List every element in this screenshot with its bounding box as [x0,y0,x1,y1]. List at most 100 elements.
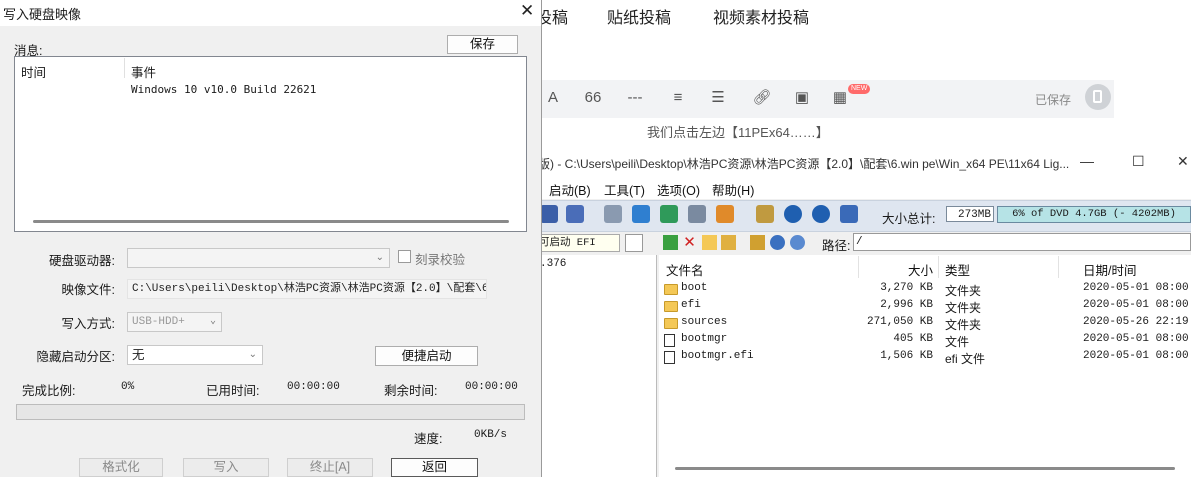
dvd-usage-bar: 6% of DVD 4.7GB (- 4202MB) [997,206,1191,223]
settings-icon[interactable] [770,235,785,250]
write-button[interactable]: 写入 [183,458,269,477]
link-icon[interactable]: 🔗︎ [752,88,772,108]
extract-icon[interactable] [632,205,650,223]
tree-item-value[interactable]: .376 [540,258,566,270]
col-size-header[interactable]: 大小 [908,260,933,279]
file-name: bootmgr.efi [681,350,754,362]
drive-select[interactable]: ⌄ [127,248,390,268]
abort-button[interactable]: 终止[A] [287,458,373,477]
file-row[interactable]: bootmgr.efi 1,506 KB efi 文件 2020-05-01 0… [659,350,1191,367]
col-separator [938,256,939,278]
elapsed-value: 00:00:00 [287,381,340,393]
back-button[interactable]: 返回 [391,458,478,477]
menu-boot[interactable]: 启动(B) [549,180,591,199]
chevron-down-icon: ⌄ [248,349,257,360]
virtual-drive-icon[interactable] [716,205,734,223]
add-files-icon[interactable] [750,235,765,250]
file-row[interactable]: bootmgr 405 KB 文件 2020-05-01 08:00 [659,333,1191,350]
delete-icon[interactable]: ✕ [682,235,697,250]
help-icon[interactable] [812,205,830,223]
divider-icon[interactable]: --- [625,88,645,108]
file-row[interactable]: efi 2,996 KB 文件夹 2020-05-01 08:00 [659,299,1191,316]
file-date: 2020-05-01 08:00 [1083,299,1189,311]
save-icon[interactable] [540,205,558,223]
complete-label: 完成比例: [22,384,76,398]
image-file-field[interactable]: C:\Users\peili\Desktop\林浩PC资源\林浩PC资源【2.0… [127,279,487,299]
font-color-icon[interactable]: A [543,88,563,108]
hidden-partition-select[interactable]: 无 ⌄ [127,345,263,365]
efi-checklist-icon[interactable] [625,234,643,252]
write-mode-select[interactable]: USB-HDD+ ⌄ [127,312,222,332]
refresh-icon[interactable] [790,235,805,250]
quick-boot-button[interactable]: 便捷启动 [375,346,478,366]
file-row[interactable]: sources 271,050 KB 文件夹 2020-05-26 22:19 [659,316,1191,333]
nav-tab-sticker[interactable]: 贴纸投稿 [607,4,671,28]
path-label: 路径: [822,239,851,253]
log-column-separator [124,58,125,78]
image-icon[interactable]: ▣ [792,88,812,108]
align-icon[interactable]: ≡ [668,88,688,108]
image-file-label: 映像文件: [61,283,115,297]
file-size: 405 KB [893,333,933,345]
file-date: 2020-05-01 08:00 [1083,333,1189,345]
file-icon [664,351,675,364]
left-tree-pane[interactable] [532,255,657,477]
log-event-header: 事件 [131,66,157,80]
info-icon[interactable] [784,205,802,223]
total-size-label: 大小总计: [882,212,936,226]
compress-icon[interactable] [660,205,678,223]
ultraiso-window: 版) - C:\Users\peili\Desktop\林浩PC资源\林浩PC资… [532,147,1191,477]
up-arrow-icon[interactable] [663,235,678,250]
phone-icon [1093,90,1102,103]
menu-options[interactable]: 选项(O) [657,180,700,199]
total-size-value: 273MB [946,206,994,222]
burn-icon[interactable] [688,205,706,223]
save-button[interactable]: 保存 [447,35,518,54]
folder-icon [664,284,678,295]
write-disk-image-dialog: 写入硬盘映像 ✕ 消息: 保存 时间 事件 Windows 10 v10.0 B… [0,0,542,477]
verify-label: 刻录校验 [415,253,466,267]
dialog-title: 写入硬盘映像 [3,7,82,22]
save-as-icon[interactable] [566,205,584,223]
menu-tools[interactable]: 工具(T) [604,180,645,199]
widgets-icon[interactable]: ▦ [830,88,850,108]
col-date-header[interactable]: 日期/时间 [1083,260,1136,279]
nav-tab-video-material[interactable]: 视频素材投稿 [713,4,809,28]
path-field[interactable]: / [853,233,1191,251]
new-folder-icon[interactable] [702,235,717,250]
file-type: efi 文件 [945,352,986,366]
folder-up-icon[interactable] [721,235,736,250]
mount-icon[interactable] [604,205,622,223]
menu-help[interactable]: 帮助(H) [712,180,754,199]
log-time-header: 时间 [21,66,47,80]
elapsed-label: 已用时间: [206,384,260,398]
list-icon[interactable]: ☰ [708,88,728,108]
col-type-header[interactable]: 类型 [945,260,970,279]
file-list-scrollbar[interactable] [675,467,1175,470]
efi-boot-field[interactable]: 可启动 EFI [536,234,620,252]
ultraiso-title: 版) - C:\Users\peili\Desktop\林浩PC资源\林浩PC资… [538,157,1070,171]
new-badge: NEW [848,84,871,94]
editor-text-line[interactable]: 我们点击左边【11PEx64……】 [647,122,829,141]
maximize-icon[interactable]: ☐ [1132,153,1145,170]
close-icon[interactable]: ✕ [1177,153,1189,170]
log-scrollbar[interactable] [33,220,509,223]
file-size: 3,270 KB [880,282,933,294]
file-name: sources [681,316,728,328]
file-row[interactable]: boot 3,270 KB 文件夹 2020-05-01 08:00 [659,282,1191,299]
file-name: bootmgr [681,333,728,345]
hidden-partition-label: 隐藏启动分区: [36,350,115,364]
file-icon [664,334,675,347]
exit-icon[interactable] [840,205,858,223]
phone-preview-button[interactable] [1085,84,1111,110]
format-button[interactable]: 格式化 [79,458,163,477]
properties-icon[interactable] [756,205,774,223]
chevron-down-icon: ⌄ [209,316,216,327]
minimize-icon[interactable]: — [1080,153,1094,169]
file-name: efi [681,299,701,311]
col-name-header[interactable]: 文件名 [666,260,704,279]
quote-icon[interactable]: 66 [583,88,603,108]
close-icon[interactable]: ✕ [520,1,534,21]
remaining-value: 00:00:00 [465,381,518,393]
verify-checkbox[interactable] [398,250,411,263]
